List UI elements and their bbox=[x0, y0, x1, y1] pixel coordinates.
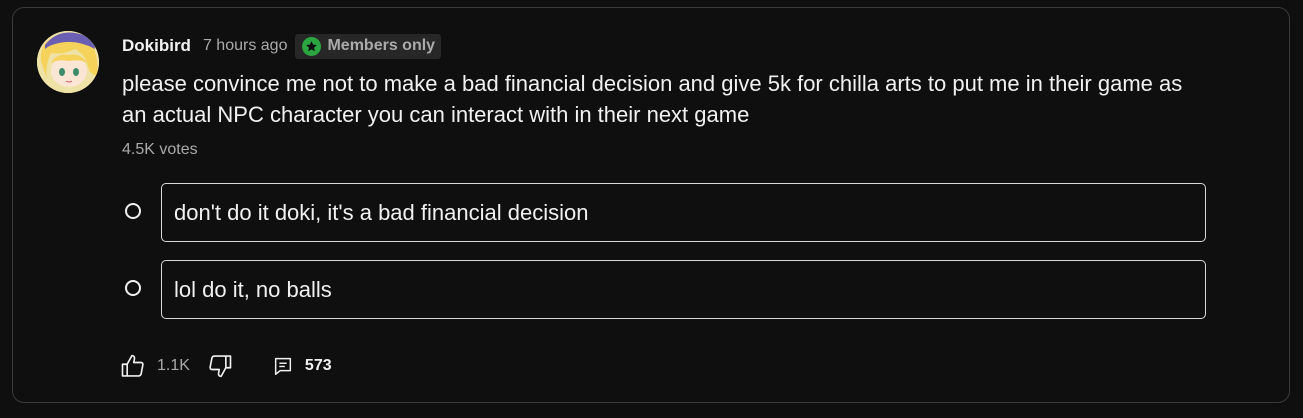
action-bar: 1.1K 573 bbox=[118, 351, 332, 381]
poll-question: please convince me not to make a bad fin… bbox=[122, 71, 1183, 127]
post-timestamp[interactable]: 7 hours ago bbox=[203, 37, 288, 55]
avatar[interactable] bbox=[37, 31, 99, 93]
radio-icon[interactable] bbox=[125, 280, 141, 296]
poll-option[interactable]: don't do it doki, it's a bad financial d… bbox=[118, 183, 1206, 242]
like-count: 1.1K bbox=[157, 357, 190, 374]
post-header: Dokibird 7 hours ago Members only bbox=[122, 33, 442, 59]
members-only-badge: Members only bbox=[295, 33, 442, 59]
vote-count: 4.5K votes bbox=[122, 141, 198, 158]
comment-count[interactable]: 573 bbox=[305, 357, 332, 375]
comment-icon[interactable] bbox=[268, 351, 298, 381]
author-name[interactable]: Dokibird bbox=[122, 36, 191, 56]
poll-option-label: lol do it, no balls bbox=[174, 276, 332, 302]
poll-option-box[interactable]: lol do it, no balls bbox=[161, 260, 1206, 319]
avatar-image bbox=[37, 31, 99, 93]
star-icon bbox=[302, 36, 322, 56]
poll-option[interactable]: lol do it, no balls bbox=[118, 260, 1206, 319]
thumbs-down-icon[interactable] bbox=[205, 351, 235, 381]
thumbs-up-icon[interactable] bbox=[118, 351, 148, 381]
radio-icon[interactable] bbox=[125, 203, 141, 219]
badge-label: Members only bbox=[327, 37, 436, 54]
poll-option-label: don't do it doki, it's a bad financial d… bbox=[174, 199, 589, 225]
poll-option-box[interactable]: don't do it doki, it's a bad financial d… bbox=[161, 183, 1206, 242]
